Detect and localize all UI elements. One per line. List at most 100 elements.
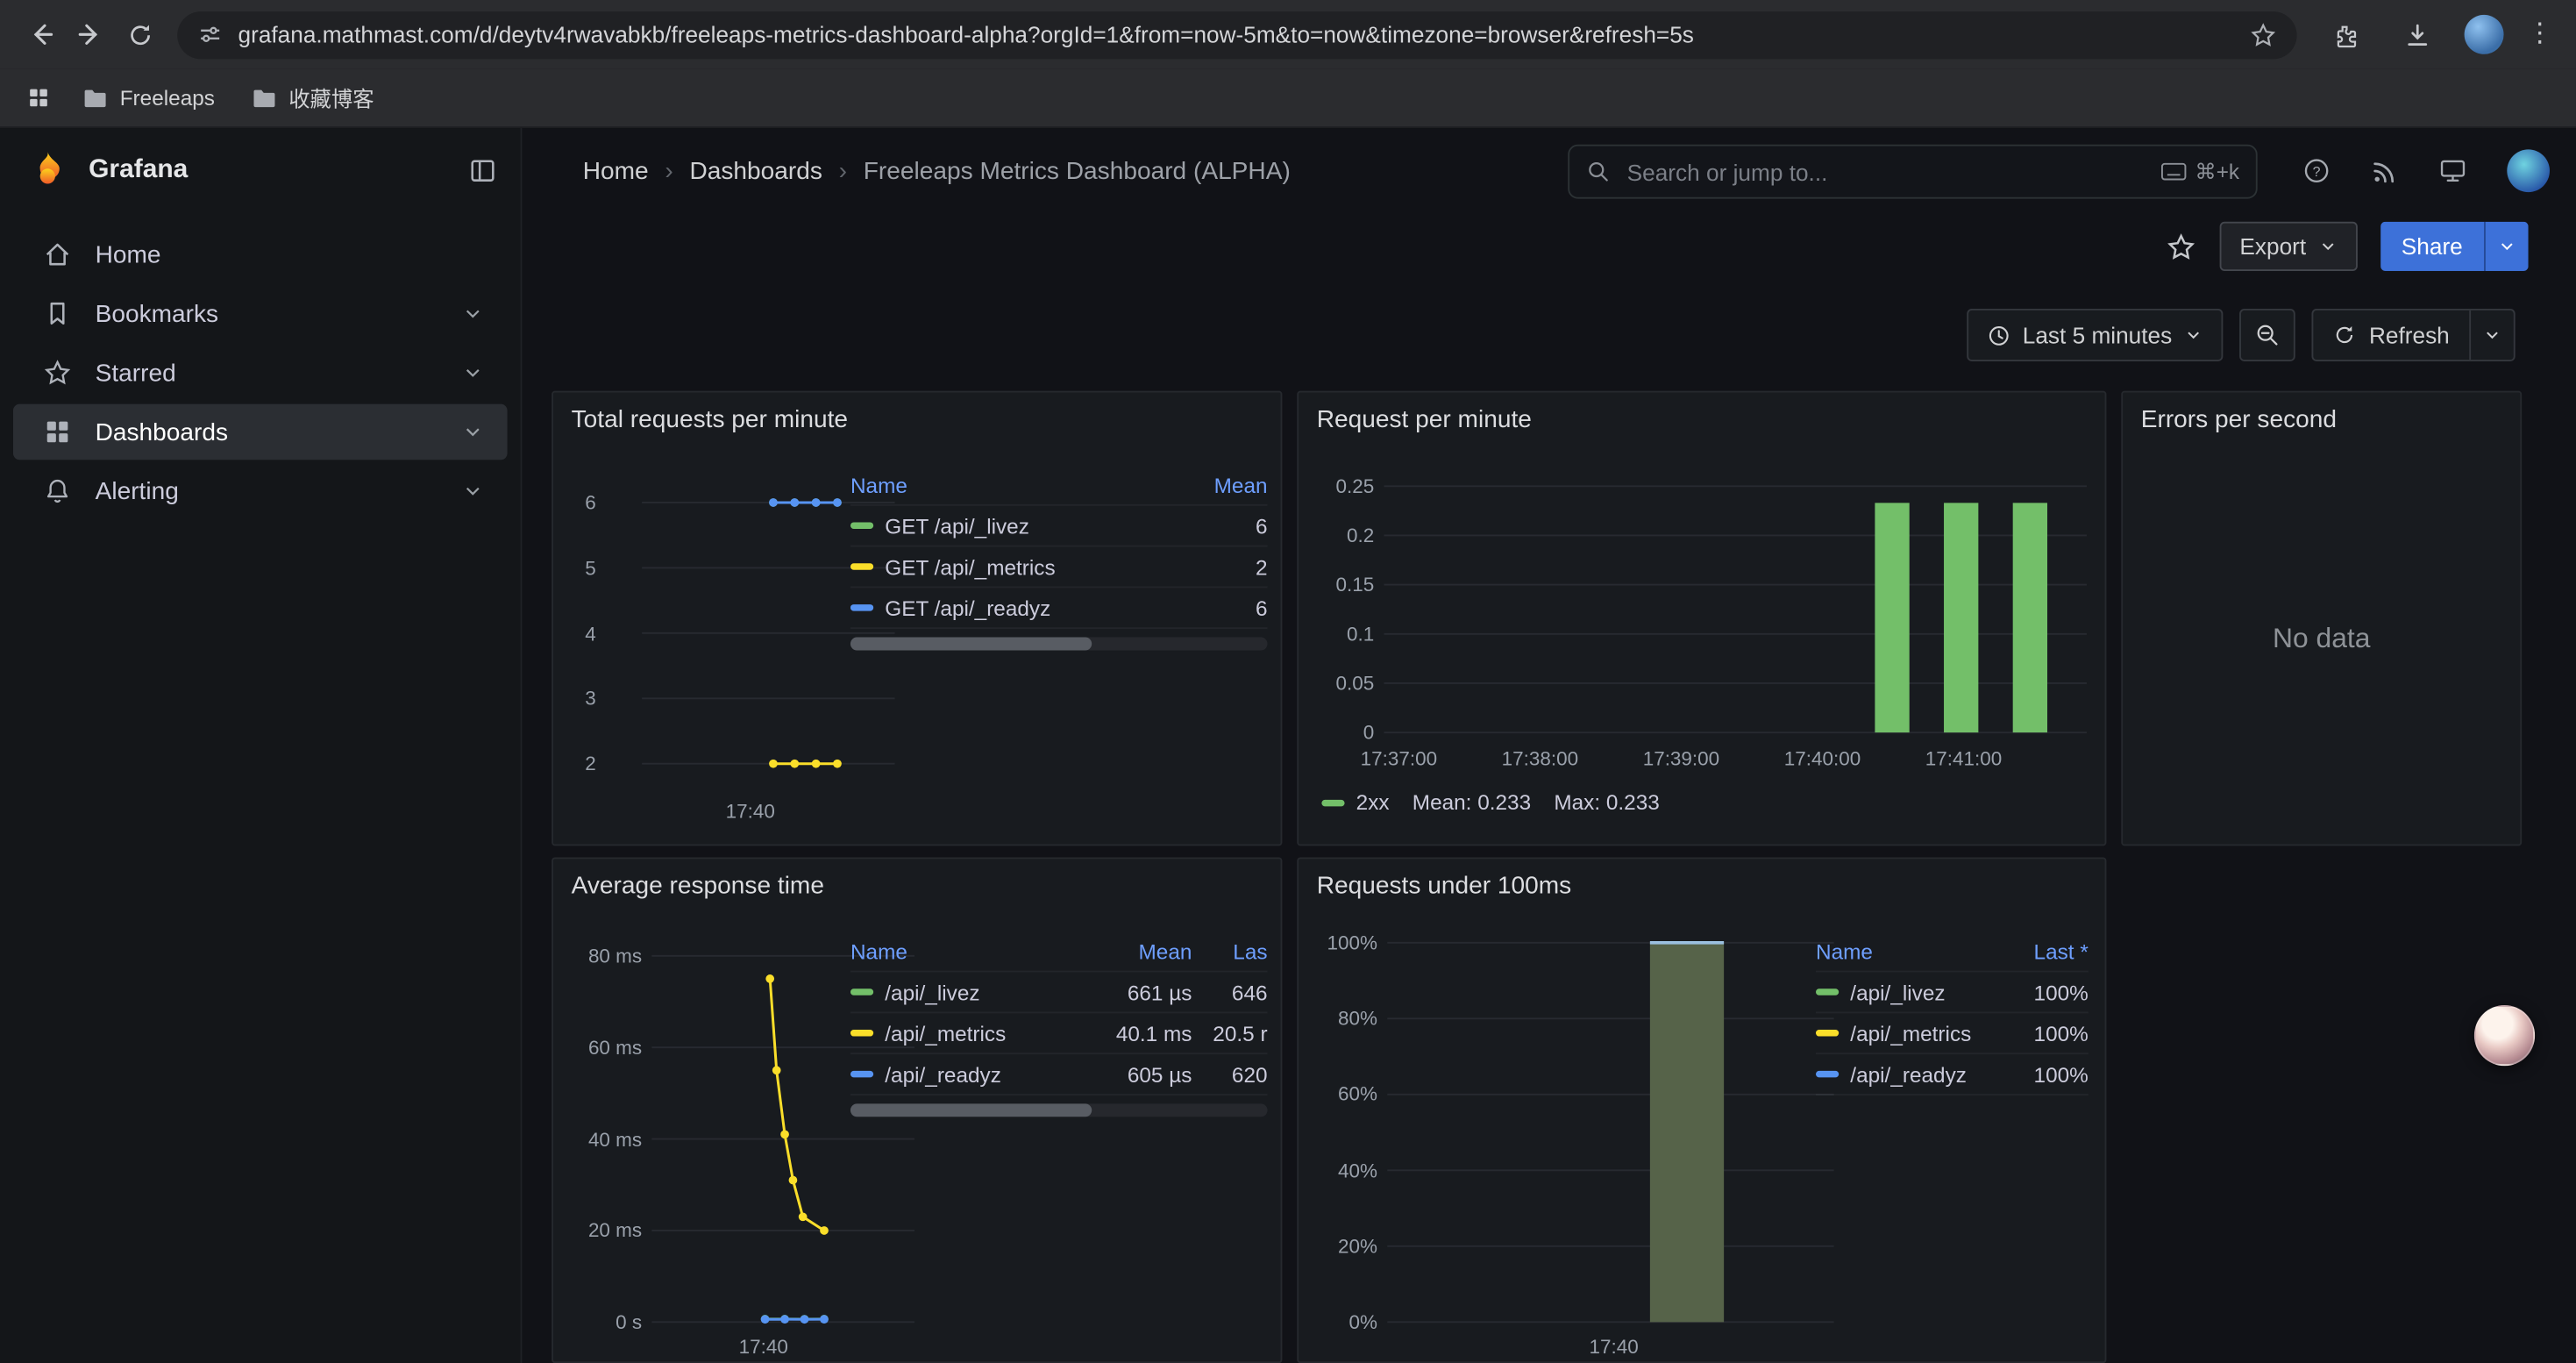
share-button-group: Share [2380,222,2528,271]
y-axis-label: 80 ms [566,945,642,967]
bookmark-icon [43,299,73,329]
series-color-swatch [850,988,873,995]
panel-title[interactable]: Request per minute [1317,406,1532,434]
legend-table: Name Mean Las /api/_livez 661 µs 646 /ap… [850,931,1268,1117]
legend-row[interactable]: /api/_readyz 100% [1816,1054,2089,1095]
y-axis-label: 80% [1306,1007,1377,1030]
bookmark-star-icon[interactable] [2249,20,2277,48]
request-per-minute-chart [1377,475,2090,744]
zoom-out-button[interactable] [2239,309,2295,361]
chevron-down-icon[interactable] [461,361,484,384]
legend-header-name[interactable]: Name [850,472,1169,496]
dashboards-grid-icon [43,417,73,447]
extensions-icon[interactable] [2320,10,2369,59]
legend-row[interactable]: GET /api/_livez 6 [850,506,1268,547]
sidebar-item-bookmarks[interactable]: Bookmarks [13,286,508,342]
series-color-swatch [1321,799,1344,805]
y-axis-label: 0.2 [1306,524,1375,546]
brand-title: Grafana [89,156,468,186]
browser-profile-avatar[interactable] [2465,15,2504,54]
legend-header-last[interactable]: Last * [2003,938,2088,963]
y-axis-label: 0 [1306,721,1375,744]
legend-header-name[interactable]: Name [850,938,1087,963]
chevron-down-icon[interactable] [461,480,484,503]
sidebar-item-starred[interactable]: Starred [13,345,508,401]
legend-row[interactable]: /api/_metrics 100% [1816,1013,2089,1054]
refresh-icon [2333,324,2356,346]
legend-header-row: Name Last * [1816,931,2089,973]
url-bar[interactable]: grafana.mathmast.com/d/deytv4rwavabkb/fr… [177,11,2296,58]
panel-title[interactable]: Requests under 100ms [1317,872,1571,900]
search-icon [1586,160,1611,184]
chevron-down-icon [2317,237,2337,256]
breadcrumb-current: Freeleaps Metrics Dashboard (ALPHA) [864,157,1291,185]
legend-header-name[interactable]: Name [1816,938,2003,963]
breadcrumb-home[interactable]: Home [583,157,649,185]
legend-row[interactable]: /api/_livez 661 µs 646 [850,973,1268,1014]
requests-under-100ms-chart [1381,933,1838,1331]
download-icon[interactable] [2392,10,2441,59]
share-menu-chevron[interactable] [2484,222,2529,271]
legend-row[interactable]: /api/_readyz 605 µs 620 [850,1054,1268,1095]
panel-requests-under-100ms: Requests under 100ms Name Last * /api/_l… [1297,857,2106,1363]
y-axis-label: 40% [1306,1159,1377,1181]
back-button[interactable] [17,10,66,59]
sidebar-item-alerting[interactable]: Alerting [13,463,508,519]
legend-row[interactable]: GET /api/_readyz 6 [850,588,1268,629]
legend-header-mean[interactable]: Mean [1169,472,1267,496]
time-controls: Last 5 minutes Refresh [522,303,2575,368]
y-axis-label: 40 ms [566,1128,642,1151]
bookmarks-bar: Freeleaps 收藏博客 [0,69,2576,128]
legend-scrollbar-thumb[interactable] [850,638,1092,651]
export-button[interactable]: Export [2220,222,2357,271]
url-text[interactable]: grafana.mathmast.com/d/deytv4rwavabkb/fr… [238,21,2250,47]
share-button[interactable]: Share [2380,222,2484,271]
sidebar-item-dashboards[interactable]: Dashboards [13,404,508,460]
chevron-down-icon [2183,325,2202,345]
legend-header-mean[interactable]: Mean [1087,938,1192,963]
help-icon[interactable]: ? [2302,156,2331,186]
panel-title[interactable]: Total requests per minute [572,406,848,434]
search-input[interactable] [1624,157,2147,187]
apps-grid-icon[interactable] [17,76,60,119]
favorite-star-icon[interactable] [2166,231,2197,262]
bookmark-folder-blogs[interactable]: 收藏博客 [238,75,387,120]
legend-row[interactable]: /api/_livez 100% [1816,973,2089,1014]
legend-max: Max: 0.233 [1554,790,1659,815]
search-box[interactable]: ⌘+k [1568,145,2257,199]
refresh-interval-chevron[interactable] [2469,310,2514,360]
reload-button[interactable] [115,10,164,59]
refresh-button[interactable]: Refresh [2313,310,2469,360]
folder-icon [82,86,109,109]
site-info-icon[interactable] [197,21,224,47]
sidebar-item-home[interactable]: Home [13,226,508,282]
legend-item-2xx[interactable]: 2xx [1321,790,1389,815]
news-rss-icon[interactable] [2371,157,2399,185]
y-axis-label: 2 [560,753,596,775]
time-range-picker[interactable]: Last 5 minutes [1967,309,2223,361]
breadcrumb-dashboards[interactable]: Dashboards [689,157,822,185]
x-axis-label: 17:40 [693,800,808,823]
floating-assistant-avatar[interactable] [2474,1005,2535,1066]
chevron-down-icon[interactable] [461,303,484,325]
legend-header-row: Name Mean Las [850,931,1268,973]
collapse-sidebar-icon[interactable] [468,156,498,186]
legend-row[interactable]: GET /api/_metrics 2 [850,547,1268,589]
bookmark-folder-freeleaps[interactable]: Freeleaps [69,79,228,117]
series-color-swatch [1816,1071,1839,1077]
kiosk-monitor-icon[interactable] [2438,156,2468,186]
panel-title[interactable]: Errors per second [2141,406,2337,434]
y-axis-label: 4 [560,622,596,645]
forward-button[interactable] [66,10,115,59]
sidebar-nav: Home Bookmarks Starred Dashboards Alerti… [0,226,521,518]
legend-scrollbar-thumb[interactable] [850,1103,1092,1117]
grafana-logo[interactable] [26,149,69,192]
chevron-down-icon[interactable] [461,420,484,443]
legend-row[interactable]: /api/_metrics 40.1 ms 20.5 r [850,1013,1268,1054]
browser-menu-icon[interactable]: ⋮ [2527,21,2553,47]
user-avatar[interactable] [2507,149,2550,192]
screen: grafana.mathmast.com/d/deytv4rwavabkb/fr… [0,0,2576,1363]
star-icon [43,358,73,388]
legend-header-last[interactable]: Las [1192,938,1267,963]
panel-title[interactable]: Average response time [572,872,824,900]
